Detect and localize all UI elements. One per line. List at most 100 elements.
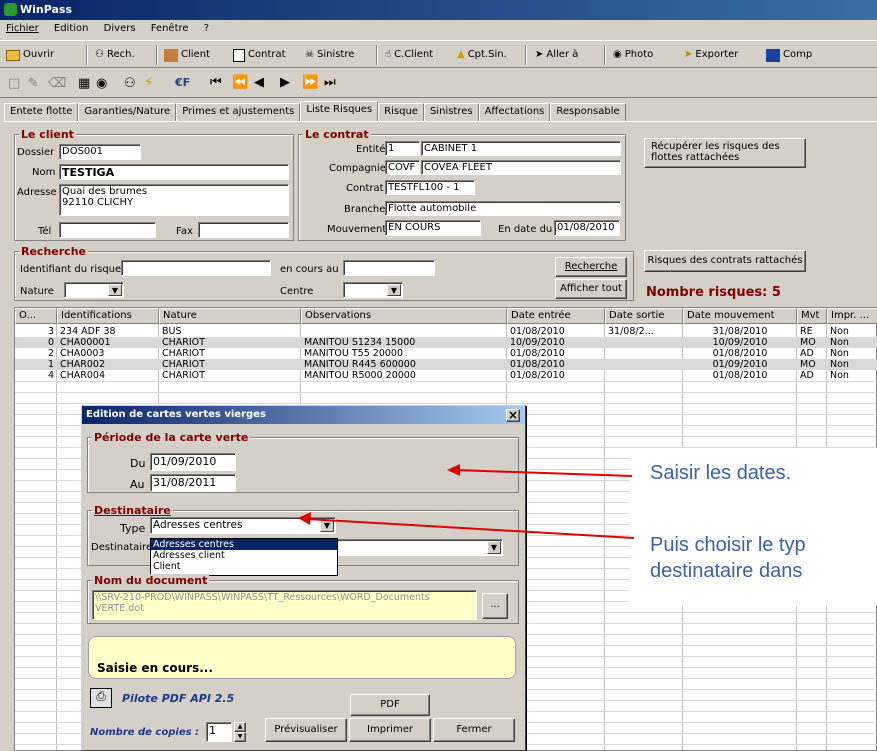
tab-garanties[interactable]: Garanties/Nature <box>78 103 177 122</box>
pdf-button[interactable]: PDF <box>350 694 430 716</box>
printer-icon[interactable]: ⎙ <box>90 688 112 708</box>
close-icon[interactable]: × <box>506 409 520 422</box>
du-field[interactable]: 01/09/2010 <box>150 453 236 471</box>
menu-help[interactable]: ? <box>204 23 209 34</box>
entite-field[interactable]: CABINET 1 <box>421 141 621 156</box>
lightning-icon[interactable]: ⚡ <box>144 75 154 91</box>
tab-responsable[interactable]: Responsable <box>550 103 626 122</box>
binoculars-icon: ⚇ <box>95 49 104 60</box>
open-button[interactable]: Ouvrir <box>6 45 54 65</box>
client-button[interactable]: Client <box>164 45 210 65</box>
column-header[interactable]: Date mouvement <box>683 308 797 324</box>
euro-icon[interactable]: €F <box>175 76 190 89</box>
column-header[interactable]: O... <box>15 308 57 324</box>
goto-button[interactable]: ➤ Aller à <box>535 45 578 65</box>
tab-primes[interactable]: Primes et ajustements <box>176 103 301 122</box>
au-field[interactable]: 31/08/2011 <box>150 474 236 492</box>
previsualiser-button[interactable]: Prévisualiser <box>265 718 347 742</box>
column-header[interactable]: Date sortie <box>605 308 683 324</box>
cpt-sin-button[interactable]: ▲ Cpt.Sin. <box>457 45 507 65</box>
first-record-icon[interactable]: ⏮ <box>210 75 222 90</box>
copies-up-icon[interactable]: ▲ <box>234 722 246 732</box>
browse-button[interactable]: ... <box>482 593 508 619</box>
risques-contrats-button[interactable]: Risques des contrats rattachés <box>644 250 806 272</box>
column-header[interactable]: Date entrée <box>507 308 605 324</box>
dossier-field[interactable]: DOS001 <box>59 144 141 160</box>
date-field[interactable]: 01/08/2010 <box>554 220 620 236</box>
contrat-button[interactable]: Contrat <box>233 45 286 65</box>
tel-label: Tél <box>38 226 52 237</box>
fax-field[interactable] <box>198 222 289 238</box>
afficher-tout-button[interactable]: Afficher tout <box>555 279 627 299</box>
window-title-bar: WinPass <box>0 0 877 20</box>
en-cours-field[interactable] <box>343 260 435 276</box>
search-button[interactable]: ⚇ Rech. <box>95 45 135 65</box>
column-header[interactable]: Nature <box>159 308 301 324</box>
contrat-field[interactable]: TESTFL100 - 1 <box>385 180 475 195</box>
table-cell: 01/08/2010 <box>712 370 768 381</box>
table-row[interactable]: 3 234 ADF 38 BUS 01/08/2010 31/08/2... 31/08/… <box>15 326 877 337</box>
comp-button[interactable]: Comp <box>766 45 812 65</box>
table-cell: CHARIOT <box>162 370 205 381</box>
recuperer-risques-button[interactable]: Récupérer les risques des flottes rattac… <box>644 138 806 168</box>
menu-edition[interactable]: Edition <box>54 23 89 34</box>
imprimer-button[interactable]: Imprimer <box>349 718 431 742</box>
table-row[interactable]: 4 CHAR004 CHARIOT MANITOU R5000 20000 01/08/… <box>15 370 877 381</box>
new-icon[interactable]: □ <box>8 76 20 91</box>
tab-sinistres[interactable]: Sinistres <box>423 103 479 122</box>
menu-fenetre[interactable]: Fenêtre <box>151 23 189 34</box>
c-client-button[interactable]: ☝ C.Client <box>385 45 433 65</box>
menu-fichier[interactable]: Fichier <box>6 23 39 34</box>
next-record-icon[interactable]: ▶ <box>280 75 290 90</box>
copies-field[interactable]: 1 <box>206 722 232 742</box>
type-option-adresses-client[interactable]: Adresses client <box>151 550 337 561</box>
camera-small-icon[interactable]: ◉ <box>96 76 107 91</box>
delete-icon[interactable]: ⌫ <box>48 76 66 91</box>
entite-code-field[interactable]: 1 <box>385 141 420 156</box>
copies-down-icon[interactable]: ▼ <box>234 732 246 742</box>
tab-affectations[interactable]: Affectations <box>478 103 551 122</box>
next-page-icon[interactable]: ⏩ <box>302 75 318 90</box>
menu-divers[interactable]: Divers <box>104 23 136 34</box>
photo-button[interactable]: ◉ Photo <box>613 45 653 65</box>
branche-field[interactable]: Flotte automobile <box>385 201 621 216</box>
table-cell: 31/08/2010 <box>712 326 768 337</box>
prev-page-icon[interactable]: ⏪ <box>232 75 248 90</box>
column-header[interactable]: Observations <box>301 308 507 324</box>
column-header[interactable]: Impr. ... <box>827 308 877 324</box>
export-button[interactable]: ➤ Exporter <box>684 45 738 65</box>
nature-select[interactable]: ▼ <box>64 282 124 298</box>
prev-record-icon[interactable]: ◀ <box>254 75 264 90</box>
column-header[interactable]: Identifications <box>57 308 159 324</box>
identifiant-field[interactable] <box>121 260 271 276</box>
column-header[interactable]: Mvt <box>797 308 827 324</box>
centre-label: Centre <box>280 286 314 297</box>
compagnie-field[interactable]: COVEA FLEET <box>421 160 621 175</box>
type-select[interactable]: Adresses centres ▼ <box>150 517 336 534</box>
adresse-field[interactable]: Quai des brumes 92110 CLICHY <box>59 184 289 216</box>
centre-select[interactable]: ▼ <box>343 282 403 298</box>
table-row[interactable]: 1 CHAR002 CHARIOT MANITOU R445 600000 01/08/… <box>15 359 877 370</box>
fermer-button[interactable]: Fermer <box>433 718 515 742</box>
table-row[interactable]: 2 CHA0003 CHARIOT MANITOU T55 20000 01/08/20… <box>15 348 877 359</box>
tab-entete-flotte[interactable]: Entete flotte <box>4 103 79 122</box>
edit-icon[interactable]: ✎ <box>28 76 39 91</box>
table-row[interactable]: 0 CHA00001 CHARIOT MANITOU S1234 15000 10/09… <box>15 337 877 348</box>
sinistre-button[interactable]: ☠ Sinistre <box>305 45 354 65</box>
compagnie-code-field[interactable]: COVF <box>385 160 420 175</box>
tel-field[interactable] <box>59 222 156 238</box>
type-option-client[interactable]: Client <box>151 561 337 572</box>
binoculars-small-icon[interactable]: ⚇ <box>124 76 136 91</box>
table-cell: MANITOU T55 20000 <box>304 348 403 359</box>
type-option-adresses-centres[interactable]: Adresses centres <box>151 539 337 550</box>
entite-label: Entité <box>356 144 386 155</box>
tab-strip: Entete flotte Garanties/Nature Primes et… <box>4 101 626 122</box>
calendar-icon[interactable]: ▦ <box>78 76 90 91</box>
recherche-button[interactable]: Recherche <box>555 257 627 277</box>
tab-liste-risques[interactable]: Liste Risques <box>300 101 379 122</box>
nom-field[interactable]: TESTIGA <box>59 164 289 180</box>
mouvement-field[interactable]: EN COURS <box>385 220 481 236</box>
tab-risque[interactable]: Risque <box>378 103 424 122</box>
last-record-icon[interactable]: ⏭ <box>324 75 336 90</box>
document-field[interactable]: \\SRV-210-PROD\WINPASS\WINPASS\TT_Ressou… <box>92 590 477 620</box>
